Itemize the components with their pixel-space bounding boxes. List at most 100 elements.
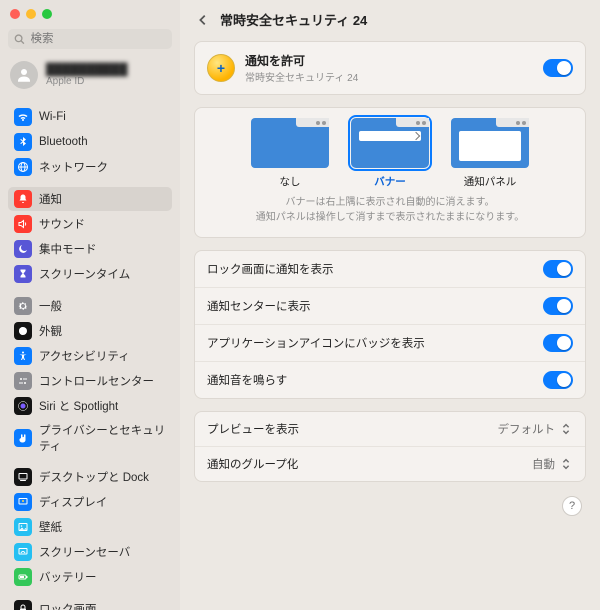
- toggle-switch[interactable]: [543, 334, 573, 352]
- sidebar-item-label: ディスプレイ: [39, 494, 107, 510]
- display-icon: [14, 493, 32, 511]
- sidebar-item-bell[interactable]: 通知: [8, 187, 172, 211]
- avatar: [10, 61, 38, 89]
- dock-icon: [14, 468, 32, 486]
- minimize-icon[interactable]: [26, 9, 36, 19]
- sidebar-item-label: スクリーンタイム: [39, 266, 130, 282]
- sidebar-item-display[interactable]: ディスプレイ: [8, 490, 172, 514]
- sidebar-item-bluetooth[interactable]: Bluetooth: [8, 130, 172, 154]
- toggle-switch[interactable]: [543, 260, 573, 278]
- sidebar-item-lock[interactable]: ロック画面: [8, 597, 172, 610]
- notif-style-label: 通知パネル: [464, 174, 517, 189]
- select-label: 通知のグループ化: [207, 456, 298, 472]
- zoom-icon[interactable]: [42, 9, 52, 19]
- control-icon: [14, 372, 32, 390]
- select-label: プレビューを表示: [207, 421, 299, 437]
- sidebar-item-label: 壁紙: [39, 519, 62, 535]
- notif-style-label: バナー: [374, 174, 406, 189]
- toggle-label: ロック画面に通知を表示: [207, 261, 334, 277]
- sidebar-item-label: バッテリー: [39, 569, 97, 585]
- apple-id-sub: Apple ID: [46, 76, 127, 87]
- sidebar-item-hourglass[interactable]: スクリーンタイム: [8, 262, 172, 286]
- sidebar-item-wifi[interactable]: Wi-Fi: [8, 105, 172, 129]
- app-icon: +: [207, 54, 235, 82]
- notif-style-alert[interactable]: 通知パネル: [451, 118, 529, 189]
- hand-icon: [14, 429, 32, 447]
- close-icon[interactable]: [10, 9, 20, 19]
- search-field[interactable]: [8, 29, 172, 49]
- sidebar-item-moon[interactable]: 集中モード: [8, 237, 172, 261]
- sidebar: ██████████ Apple ID Wi-Fi Bluetooth ネットワーク…: [0, 0, 180, 610]
- sidebar-item-label: ネットワーク: [39, 159, 108, 175]
- siri-icon: [14, 397, 32, 415]
- sidebar-item-label: 通知: [39, 191, 62, 207]
- search-icon: [14, 33, 25, 45]
- bell-icon: [14, 190, 32, 208]
- screensaver-icon: [14, 543, 32, 561]
- sidebar-item-sound[interactable]: サウンド: [8, 212, 172, 236]
- globe-icon: [14, 158, 32, 176]
- sidebar-item-control[interactable]: コントロールセンター: [8, 369, 172, 393]
- sidebar-item-label: 集中モード: [39, 241, 97, 257]
- sidebar-item-screensaver[interactable]: スクリーンセーバ: [8, 540, 172, 564]
- toggle-row: ロック画面に通知を表示: [195, 251, 585, 287]
- moon-icon: [14, 240, 32, 258]
- sidebar-item-label: Bluetooth: [39, 136, 88, 148]
- sidebar-item-globe[interactable]: ネットワーク: [8, 155, 172, 179]
- battery-icon: [14, 568, 32, 586]
- sidebar-item-appearance[interactable]: 外観: [8, 319, 172, 343]
- apple-id-row[interactable]: ██████████ Apple ID: [0, 57, 180, 97]
- toggle-row: 通知センターに表示: [195, 287, 585, 324]
- sidebar-item-label: デスクトップと Dock: [39, 469, 149, 485]
- sidebar-item-label: 一般: [39, 298, 62, 314]
- toggle-row: アプリケーションアイコンにバッジを表示: [195, 324, 585, 361]
- toggle-row: 通知音を鳴らす: [195, 361, 585, 398]
- toggle-switch[interactable]: [543, 297, 573, 315]
- preview-alert: [451, 118, 529, 168]
- select-value[interactable]: 自動: [532, 456, 573, 472]
- main-pane: 常時安全セキュリティ 24 + 通知を許可 常時安全セキュリティ 24 なしバナ…: [180, 0, 600, 610]
- sidebar-item-label: Wi-Fi: [39, 111, 66, 123]
- toggles-card: ロック画面に通知を表示通知センターに表示アプリケーションアイコンにバッジを表示通…: [194, 250, 586, 399]
- notif-style-banner[interactable]: バナー: [351, 118, 429, 189]
- notif-style-none[interactable]: なし: [251, 118, 329, 189]
- select-row: プレビューを表示 デフォルト: [195, 412, 585, 446]
- sidebar-item-label: Siri と Spotlight: [39, 398, 118, 414]
- bluetooth-icon: [14, 133, 32, 151]
- sidebar-item-label: ロック画面: [39, 601, 97, 610]
- sidebar-item-hand[interactable]: プライバシーとセキュリティ: [8, 419, 172, 457]
- sidebar-item-label: プライバシーとセキュリティ: [39, 422, 166, 454]
- allow-card: + 通知を許可 常時安全セキュリティ 24: [194, 41, 586, 95]
- toggle-label: アプリケーションアイコンにバッジを表示: [207, 335, 425, 351]
- sidebar-nav: Wi-Fi Bluetooth ネットワーク通知サウンド集中モードスクリーンタイム一…: [0, 97, 180, 610]
- style-card: なし バナー 通知パネル バナーは右上隅に表示され自動的に消えます。 通知パネルは操…: [194, 107, 586, 238]
- toggle-label: 通知音を鳴らす: [207, 372, 287, 388]
- toggle-switch[interactable]: [543, 371, 573, 389]
- hourglass-icon: [14, 265, 32, 283]
- preview-banner: [351, 118, 429, 168]
- toggle-label: 通知センターに表示: [207, 298, 311, 314]
- sidebar-item-access[interactable]: アクセシビリティ: [8, 344, 172, 368]
- sidebar-item-label: スクリーンセーバ: [39, 544, 130, 560]
- search-input[interactable]: [29, 32, 166, 46]
- sidebar-item-label: 外観: [39, 323, 62, 339]
- sidebar-item-label: アクセシビリティ: [39, 348, 130, 364]
- sidebar-item-label: コントロールセンター: [39, 373, 154, 389]
- lock-icon: [14, 600, 32, 610]
- help-button[interactable]: ?: [562, 496, 582, 516]
- select-value[interactable]: デフォルト: [498, 421, 574, 437]
- allow-title: 通知を許可: [245, 52, 533, 69]
- window-controls: [0, 0, 180, 25]
- selects-card: プレビューを表示 デフォルト通知のグループ化 自動: [194, 411, 586, 482]
- allow-toggle[interactable]: [543, 59, 573, 77]
- sidebar-item-battery[interactable]: バッテリー: [8, 565, 172, 589]
- sidebar-item-dock[interactable]: デスクトップと Dock: [8, 465, 172, 489]
- back-button[interactable]: [194, 11, 212, 29]
- gear-icon: [14, 297, 32, 315]
- page-title: 常時安全セキュリティ 24: [220, 10, 367, 29]
- sidebar-item-wallpaper[interactable]: 壁紙: [8, 515, 172, 539]
- style-explain: バナーは右上隅に表示され自動的に消えます。 通知パネルは操作して消すまで表示され…: [195, 193, 585, 237]
- notif-style-label: なし: [280, 174, 301, 189]
- sidebar-item-siri[interactable]: Siri と Spotlight: [8, 394, 172, 418]
- sidebar-item-gear[interactable]: 一般: [8, 294, 172, 318]
